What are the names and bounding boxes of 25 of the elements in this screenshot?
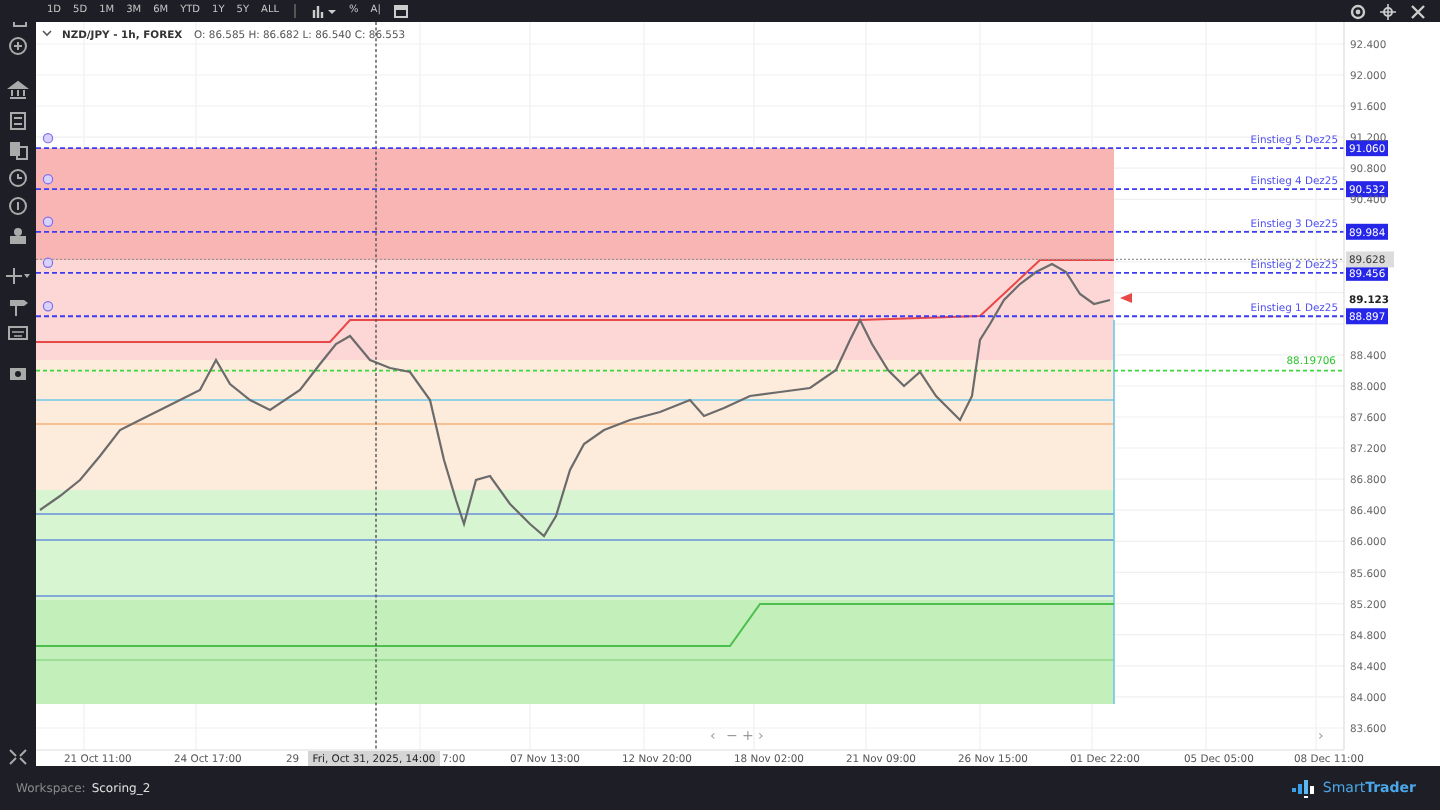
- plus-circle-icon[interactable]: [9, 37, 27, 55]
- crosshair-icon[interactable]: [1380, 3, 1396, 19]
- level-marker-icon[interactable]: [42, 132, 54, 144]
- copy-icon[interactable]: [10, 142, 28, 160]
- info-circle-icon[interactable]: [9, 197, 27, 215]
- close-icon[interactable]: [1410, 3, 1426, 19]
- cross-caret-icon[interactable]: [5, 267, 30, 285]
- clock-icon[interactable]: [9, 169, 27, 187]
- settings-icon[interactable]: [1350, 3, 1366, 19]
- calculator-icon[interactable]: [10, 112, 26, 130]
- building-icon[interactable]: [9, 80, 27, 99]
- chart-type-icon[interactable]: [312, 3, 337, 19]
- camera-icon[interactable]: [10, 368, 26, 380]
- level-marker-icon[interactable]: [42, 216, 54, 227]
- expand-icon[interactable]: [9, 749, 27, 765]
- calendar-icon[interactable]: [393, 4, 408, 18]
- signpost-icon[interactable]: [10, 300, 28, 317]
- price-marker-icon: [1120, 293, 1132, 303]
- level-marker-icon[interactable]: [42, 301, 54, 312]
- stamp-icon[interactable]: [10, 228, 26, 244]
- level-marker-icon[interactable]: [42, 174, 54, 185]
- level-marker-icon[interactable]: [42, 257, 54, 269]
- caret-icon[interactable]: [42, 30, 52, 37]
- keyboard-icon[interactable]: [8, 326, 28, 340]
- logo-icon: [1292, 779, 1317, 797]
